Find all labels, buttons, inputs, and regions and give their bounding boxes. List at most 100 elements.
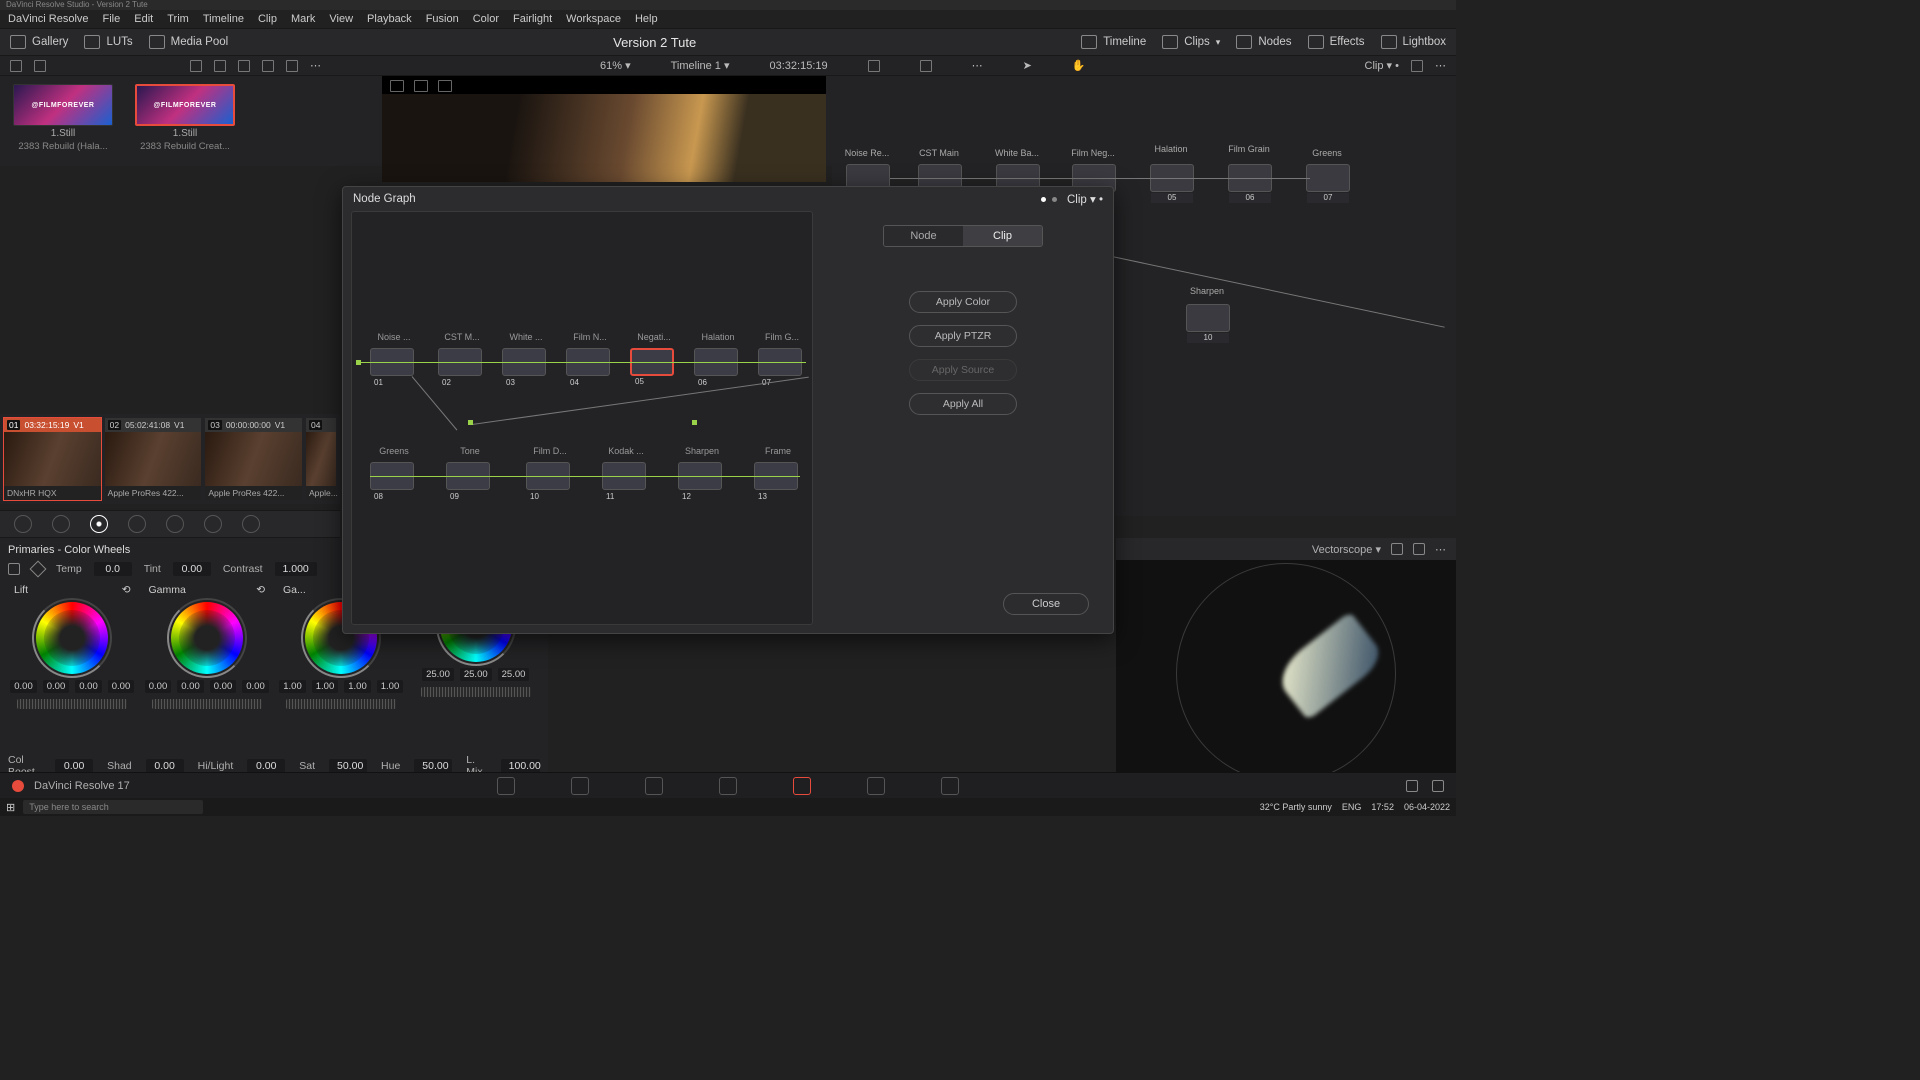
timeline-selector[interactable]: Timeline 1 ▾	[671, 59, 730, 72]
curves-tool-icon[interactable]	[14, 515, 32, 533]
scope-more-icon[interactable]: ⋯	[1435, 543, 1446, 556]
gallery-toggle[interactable]: Gallery	[10, 35, 68, 49]
tab-node[interactable]: Node	[884, 226, 963, 246]
sort-icon[interactable]	[190, 60, 202, 72]
fairlight-page-icon[interactable]	[867, 777, 885, 795]
shad-value[interactable]: 0.00	[146, 759, 184, 773]
lmix-value[interactable]: 100.00	[501, 759, 540, 773]
dialog-graph-pane[interactable]: Noise ... 01 CST M... 02 White ... 03 Fi…	[351, 211, 813, 625]
menu-clip[interactable]: Clip	[258, 13, 277, 25]
clip-thumb[interactable]: 04 Apple...	[306, 418, 336, 500]
color-page-icon[interactable]	[793, 777, 811, 795]
gain-slider[interactable]	[286, 699, 396, 709]
menu-help[interactable]: Help	[635, 13, 658, 25]
home-icon[interactable]	[1406, 780, 1418, 792]
fullscreen-icon[interactable]	[920, 60, 932, 72]
loop-icon[interactable]	[868, 60, 880, 72]
grab-still-icon[interactable]	[10, 60, 22, 72]
menu-trim[interactable]: Trim	[167, 13, 189, 25]
nodes-toggle[interactable]: Nodes	[1236, 35, 1291, 49]
lift-slider[interactable]	[17, 699, 127, 709]
taskbar-search[interactable]: Type here to search	[23, 800, 203, 814]
menu-fairlight[interactable]: Fairlight	[513, 13, 552, 25]
blur-tool-icon[interactable]	[204, 515, 222, 533]
gamma-slider[interactable]	[152, 699, 262, 709]
auto-balance-icon[interactable]	[8, 563, 20, 575]
deliver-page-icon[interactable]	[941, 777, 959, 795]
edit-page-icon[interactable]	[645, 777, 663, 795]
colboost-value[interactable]: 0.00	[55, 759, 93, 773]
export-still-icon[interactable]	[34, 60, 46, 72]
apply-all-button[interactable]: Apply All	[909, 393, 1017, 415]
hand-icon[interactable]: ✋	[1072, 59, 1086, 72]
apply-color-button[interactable]: Apply Color	[909, 291, 1017, 313]
list-icon[interactable]	[238, 60, 250, 72]
lift-wheel[interactable]	[36, 602, 108, 674]
timeline-toggle[interactable]: Timeline	[1081, 35, 1146, 49]
qualifier-tool-icon[interactable]	[52, 515, 70, 533]
menu-view[interactable]: View	[329, 13, 353, 25]
contrast-value[interactable]: 1.000	[275, 562, 317, 576]
tab-clip[interactable]: Clip	[963, 226, 1042, 246]
viewer-qualifier-icon[interactable]	[390, 80, 404, 92]
sat-value[interactable]: 50.00	[329, 759, 367, 773]
menu-file[interactable]: File	[103, 13, 121, 25]
temp-value[interactable]: 0.0	[94, 562, 132, 576]
graph-node[interactable]: 10	[1186, 304, 1230, 332]
dialog-scope-selector[interactable]: Clip ▾ •	[1067, 192, 1103, 206]
menu-mark[interactable]: Mark	[291, 13, 315, 25]
picker-icon[interactable]	[30, 561, 47, 578]
tint-value[interactable]: 0.00	[173, 562, 211, 576]
key-tool-icon[interactable]	[242, 515, 260, 533]
lightbox-toggle[interactable]: Lightbox	[1381, 35, 1446, 49]
scope-type-selector[interactable]: Vectorscope ▾	[1312, 543, 1381, 556]
clock-time[interactable]: 17:52	[1371, 802, 1394, 812]
reset-icon[interactable]: ⟲	[256, 584, 265, 596]
gallery-still[interactable]: @FILMFOREVER 1.Still 2383 Rebuild (Hala.…	[10, 84, 116, 158]
fusion-page-icon[interactable]	[719, 777, 737, 795]
clip-thumb[interactable]: 0205:02:41:08V1 Apple ProRes 422...	[105, 418, 202, 500]
gallery-still[interactable]: @FILMFOREVER 1.Still 2383 Rebuild Creat.…	[132, 84, 238, 158]
clip-thumb[interactable]: 0103:32:15:19V1 DNxHR HQX	[4, 418, 101, 500]
node-reset-icon[interactable]	[1411, 60, 1423, 72]
viewer-zoom[interactable]: 61% ▾	[600, 59, 631, 72]
hilight-value[interactable]: 0.00	[247, 759, 285, 773]
clip-thumb[interactable]: 0300:00:00:00V1 Apple ProRes 422...	[205, 418, 302, 500]
apply-source-button[interactable]: Apply Source	[909, 359, 1017, 381]
more-viewer-icon[interactable]: ⋯	[972, 59, 983, 72]
effects-toggle[interactable]: Effects	[1308, 35, 1365, 49]
hue-value[interactable]: 50.00	[414, 759, 452, 773]
luts-toggle[interactable]: LUTs	[84, 35, 132, 49]
apply-ptzr-button[interactable]: Apply PTZR	[909, 325, 1017, 347]
scope-settings-icon[interactable]	[1391, 543, 1403, 555]
pointer-icon[interactable]: ➤	[1023, 59, 1032, 72]
lift-val[interactable]: 0.00	[10, 680, 37, 693]
more-nodes-icon[interactable]: ⋯	[1435, 59, 1446, 72]
menu-timeline[interactable]: Timeline	[203, 13, 244, 25]
window-tool-icon[interactable]	[128, 515, 146, 533]
search-icon[interactable]	[262, 60, 274, 72]
menu-playback[interactable]: Playback	[367, 13, 412, 25]
graph-node[interactable]: 07	[1306, 164, 1350, 192]
menu-fusion[interactable]: Fusion	[426, 13, 459, 25]
menu-edit[interactable]: Edit	[134, 13, 153, 25]
menu-davinci[interactable]: DaVinci Resolve	[8, 13, 89, 25]
settings-icon[interactable]	[1432, 780, 1444, 792]
offset-slider[interactable]	[421, 687, 531, 697]
menu-workspace[interactable]: Workspace	[566, 13, 621, 25]
wheels-tool-icon[interactable]	[90, 515, 108, 533]
lang-indicator[interactable]: ENG	[1342, 802, 1362, 812]
scope-expand-icon[interactable]	[1413, 543, 1425, 555]
tracker-tool-icon[interactable]	[166, 515, 184, 533]
gamma-wheel[interactable]	[171, 602, 243, 674]
node-scope-selector[interactable]: Clip ▾ •	[1365, 59, 1399, 72]
expand-icon[interactable]	[286, 60, 298, 72]
grid-icon[interactable]	[214, 60, 226, 72]
reset-icon[interactable]: ⟲	[122, 584, 131, 596]
more-icon[interactable]: ⋯	[310, 59, 321, 72]
clock-date[interactable]: 06-04-2022	[1404, 802, 1450, 812]
clips-toggle[interactable]: Clips▾	[1162, 35, 1220, 49]
start-icon[interactable]: ⊞	[6, 801, 15, 814]
weather-widget[interactable]: 32°C Partly sunny	[1260, 802, 1332, 812]
menu-color[interactable]: Color	[473, 13, 499, 25]
